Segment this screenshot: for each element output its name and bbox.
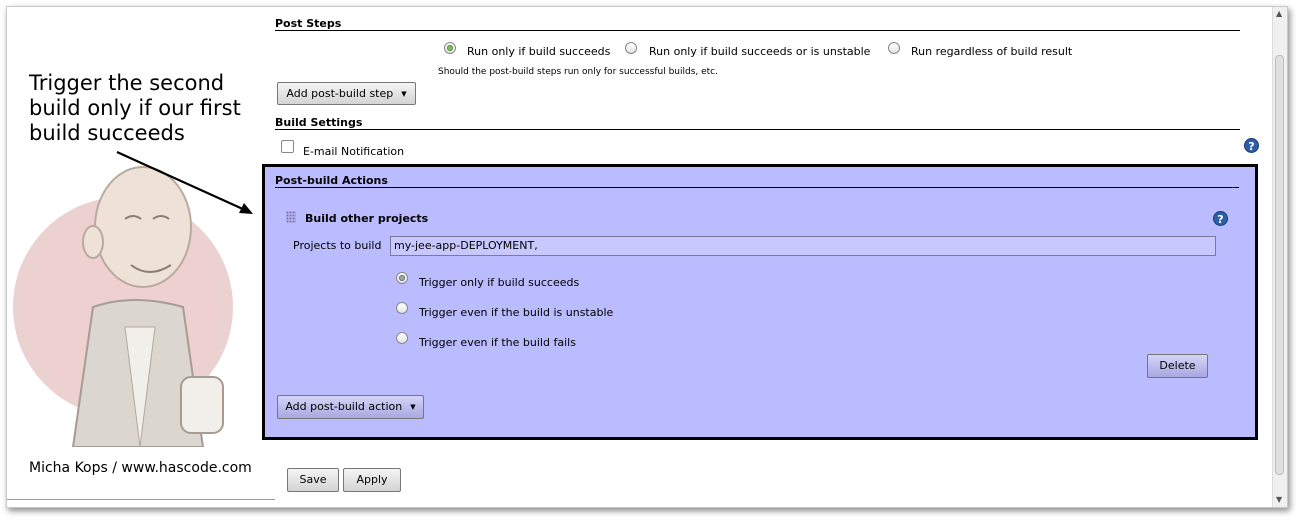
- build-settings-heading: Build Settings: [275, 116, 363, 129]
- projects-to-build-label: Projects to build: [293, 239, 382, 252]
- drag-handle-icon[interactable]: [286, 211, 296, 223]
- delete-button[interactable]: Delete: [1147, 354, 1208, 378]
- help-icon[interactable]: ?: [1244, 138, 1259, 153]
- section-rule: [275, 30, 1240, 31]
- vertical-scrollbar[interactable]: ▲ ▼: [1272, 7, 1287, 507]
- radio-run-regardless[interactable]: [888, 42, 900, 54]
- radio-trigger-fails[interactable]: [396, 332, 408, 344]
- radio-label: Trigger only if build succeeds: [419, 276, 580, 289]
- radio-label: Run only if build succeeds: [467, 45, 611, 58]
- divider: [7, 499, 275, 500]
- radio-label: Run only if build succeeds or is unstabl…: [649, 45, 871, 58]
- radio-label: Run regardless of build result: [911, 45, 1073, 58]
- projects-to-build-input[interactable]: my-jee-app-DEPLOYMENT,: [390, 236, 1216, 256]
- help-icon[interactable]: ?: [1213, 211, 1228, 226]
- annotation-pane: Trigger the second build only if our fir…: [7, 7, 275, 507]
- email-notification-checkbox[interactable]: [281, 140, 294, 153]
- app-window: Trigger the second build only if our fir…: [6, 6, 1288, 508]
- section-rule: [275, 129, 1240, 130]
- radio-label: Trigger even if the build is unstable: [419, 306, 614, 319]
- post-build-actions-panel: Post-build Actions Build other projects …: [262, 164, 1258, 440]
- radio-run-if-success[interactable]: [444, 42, 456, 54]
- scroll-down-icon[interactable]: ▼: [1276, 495, 1282, 504]
- section-rule: [275, 187, 1239, 188]
- action-title: Build other projects: [305, 212, 429, 225]
- save-button[interactable]: Save: [287, 468, 339, 492]
- radio-run-if-unstable[interactable]: [625, 42, 637, 54]
- scroll-up-icon[interactable]: ▲: [1276, 9, 1282, 18]
- post-build-actions-heading: Post-build Actions: [275, 174, 388, 187]
- radio-trigger-unstable[interactable]: [396, 302, 408, 314]
- add-post-build-action-button[interactable]: Add post-build action: [277, 395, 424, 419]
- add-post-build-step-button[interactable]: Add post-build step: [277, 82, 416, 105]
- email-notification-label: E-mail Notification: [303, 145, 405, 158]
- post-steps-hint: Should the post-build steps run only for…: [438, 67, 718, 77]
- post-steps-heading: Post Steps: [275, 17, 342, 30]
- annotation-arrow-icon: [116, 150, 253, 214]
- scrollbar-thumb[interactable]: [1275, 55, 1284, 475]
- radio-label: Trigger even if the build fails: [419, 336, 576, 349]
- credit-text: Micha Kops / www.hascode.com: [29, 460, 252, 476]
- apply-button[interactable]: Apply: [343, 468, 401, 492]
- radio-trigger-success[interactable]: [396, 272, 408, 284]
